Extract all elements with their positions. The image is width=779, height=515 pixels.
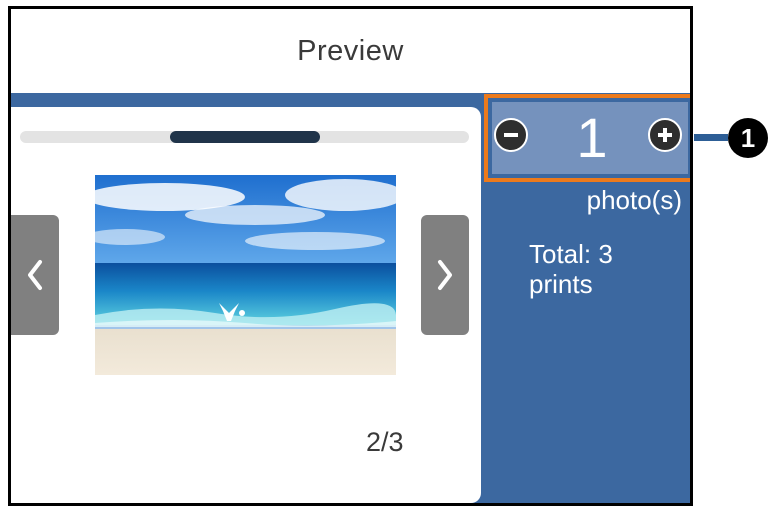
total-prints-label: Total: 3 prints xyxy=(529,239,613,299)
decrease-copies-button[interactable] xyxy=(494,118,528,152)
scroll-track[interactable] xyxy=(20,131,469,143)
header-bar: Preview xyxy=(11,9,690,93)
previous-photo-button[interactable] xyxy=(11,215,59,335)
scroll-thumb[interactable] xyxy=(170,131,320,143)
photo-unit-label: photo(s) xyxy=(586,185,682,215)
preview-content: 2/3 1 photo(s) Total: 3 prints xyxy=(11,93,690,503)
chevron-left-icon xyxy=(28,260,42,290)
chevron-right-icon xyxy=(438,260,452,290)
plus-icon xyxy=(658,128,672,142)
page-title: Preview xyxy=(297,34,404,67)
page-counter: 2/3 xyxy=(366,427,404,457)
preview-screen: Preview 2/3 1 photo(s) Total: 3 prints xyxy=(8,6,693,506)
callout-badge: 1 xyxy=(728,118,768,158)
copies-stepper: 1 xyxy=(484,94,690,182)
increase-copies-button[interactable] xyxy=(648,118,682,152)
beach-photo[interactable] xyxy=(95,175,396,375)
copies-count: 1 xyxy=(576,106,608,169)
callout-connector xyxy=(694,134,728,141)
beach-photo-image xyxy=(95,175,396,375)
photo-preview-card: 2/3 xyxy=(11,107,481,503)
stepper-background: 1 xyxy=(492,102,688,174)
minus-icon xyxy=(504,133,518,137)
next-photo-button[interactable] xyxy=(421,215,469,335)
